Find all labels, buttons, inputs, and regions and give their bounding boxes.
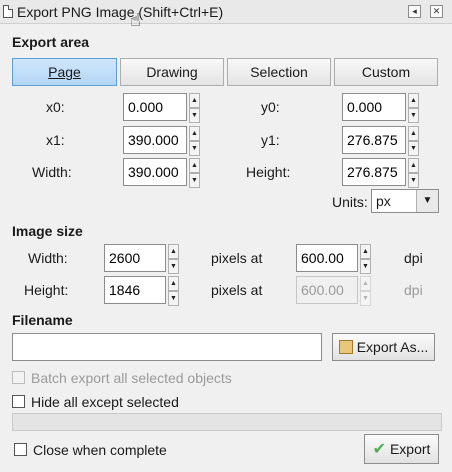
- image-height-input[interactable]: [104, 276, 166, 304]
- spin-down-icon[interactable]: ▼: [360, 259, 371, 274]
- dpi-label: dpi: [404, 250, 423, 266]
- area-height-input[interactable]: [342, 158, 406, 186]
- checkmark-icon: ✔: [372, 441, 386, 458]
- spin-down-icon[interactable]: ▼: [189, 108, 200, 123]
- spin-down-icon[interactable]: ▼: [168, 291, 179, 306]
- dpi-spinbox[interactable]: ▲▼: [296, 244, 371, 274]
- chevron-down-icon[interactable]: ▼: [416, 190, 438, 212]
- y1-spinbox[interactable]: ▲▼: [342, 126, 419, 156]
- image-width-label: Width:: [28, 250, 68, 266]
- hand-cursor-icon: ☝: [130, 10, 141, 30]
- spin-up-icon[interactable]: ▲: [189, 126, 200, 141]
- dpi-input[interactable]: [296, 244, 358, 272]
- export-as-button[interactable]: Export As...: [332, 333, 435, 361]
- y1-input[interactable]: [342, 126, 406, 154]
- export-button[interactable]: ✔ Export: [364, 434, 439, 464]
- spin-down-icon[interactable]: ▼: [189, 173, 200, 188]
- y1-label: y1:: [261, 132, 280, 148]
- filename-input[interactable]: [12, 333, 322, 361]
- hide-all-label: Hide all except selected: [31, 394, 179, 410]
- image-width-spinbox[interactable]: ▲▼: [104, 244, 179, 274]
- x1-input[interactable]: [123, 126, 187, 154]
- spin-up-icon[interactable]: ▲: [168, 244, 179, 259]
- spin-up-icon[interactable]: ▲: [189, 93, 200, 108]
- area-width-label: Width:: [32, 164, 72, 180]
- area-width-input[interactable]: [123, 158, 187, 186]
- spin-down-icon[interactable]: ▼: [408, 108, 419, 123]
- spin-up-icon: ▲: [360, 276, 371, 291]
- spin-down-icon[interactable]: ▼: [189, 141, 200, 156]
- units-label: Units:: [332, 194, 368, 210]
- spin-down-icon[interactable]: ▼: [168, 259, 179, 274]
- spin-up-icon[interactable]: ▲: [408, 126, 419, 141]
- tab-custom[interactable]: Custom: [334, 58, 438, 86]
- image-height-label: Height:: [24, 282, 69, 298]
- dpi-input-disabled: [296, 276, 358, 304]
- spin-up-icon[interactable]: ▲: [168, 276, 179, 291]
- spin-up-icon[interactable]: ▲: [360, 244, 371, 259]
- dock-icon[interactable]: ◂: [408, 5, 421, 18]
- spin-down-icon: ▼: [360, 291, 371, 306]
- pixels-at-label-2: pixels at: [211, 282, 263, 298]
- tab-page[interactable]: Page: [12, 58, 117, 86]
- spin-up-icon[interactable]: ▲: [408, 158, 419, 173]
- spin-up-icon[interactable]: ▲: [189, 158, 200, 173]
- spin-up-icon[interactable]: ▲: [408, 93, 419, 108]
- pixels-at-label: pixels at: [211, 250, 263, 266]
- x1-spinbox[interactable]: ▲▼: [123, 126, 200, 156]
- tab-selection[interactable]: Selection: [227, 58, 331, 86]
- area-height-label: Height:: [246, 164, 291, 180]
- export-area-heading: Export area: [12, 34, 90, 50]
- area-width-spinbox[interactable]: ▲▼: [123, 158, 200, 188]
- image-size-heading: Image size: [12, 223, 83, 239]
- window-title: Export PNG Image (Shift+Ctrl+E): [17, 4, 224, 20]
- document-icon: [3, 5, 13, 18]
- spin-down-icon[interactable]: ▼: [408, 173, 419, 188]
- units-select[interactable]: px ▼: [371, 189, 439, 213]
- x0-label: x0:: [46, 99, 65, 115]
- spin-down-icon[interactable]: ▼: [408, 141, 419, 156]
- image-height-spinbox[interactable]: ▲▼: [104, 276, 179, 306]
- close-when-complete-checkbox[interactable]: [14, 443, 27, 456]
- y0-input[interactable]: [342, 93, 406, 121]
- tab-drawing[interactable]: Drawing: [120, 58, 224, 86]
- image-width-input[interactable]: [104, 244, 166, 272]
- dpi-label-2: dpi: [404, 282, 423, 298]
- batch-export-checkbox[interactable]: [12, 371, 25, 384]
- area-height-spinbox[interactable]: ▲▼: [342, 158, 419, 188]
- y0-spinbox[interactable]: ▲▼: [342, 93, 419, 123]
- export-progress-bar: [12, 413, 442, 431]
- filename-heading: Filename: [12, 312, 73, 328]
- folder-icon: [338, 340, 353, 354]
- y0-label: y0:: [261, 99, 280, 115]
- units-value: px: [376, 193, 391, 209]
- x0-spinbox[interactable]: ▲▼: [123, 93, 200, 123]
- hide-all-checkbox[interactable]: [12, 395, 25, 408]
- close-when-complete-label: Close when complete: [33, 442, 167, 458]
- close-icon[interactable]: ✕: [430, 5, 443, 18]
- dpi-spinbox-disabled: ▲▼: [296, 276, 371, 306]
- batch-export-label: Batch export all selected objects: [31, 370, 232, 386]
- x0-input[interactable]: [123, 93, 187, 121]
- x1-label: x1:: [46, 132, 65, 148]
